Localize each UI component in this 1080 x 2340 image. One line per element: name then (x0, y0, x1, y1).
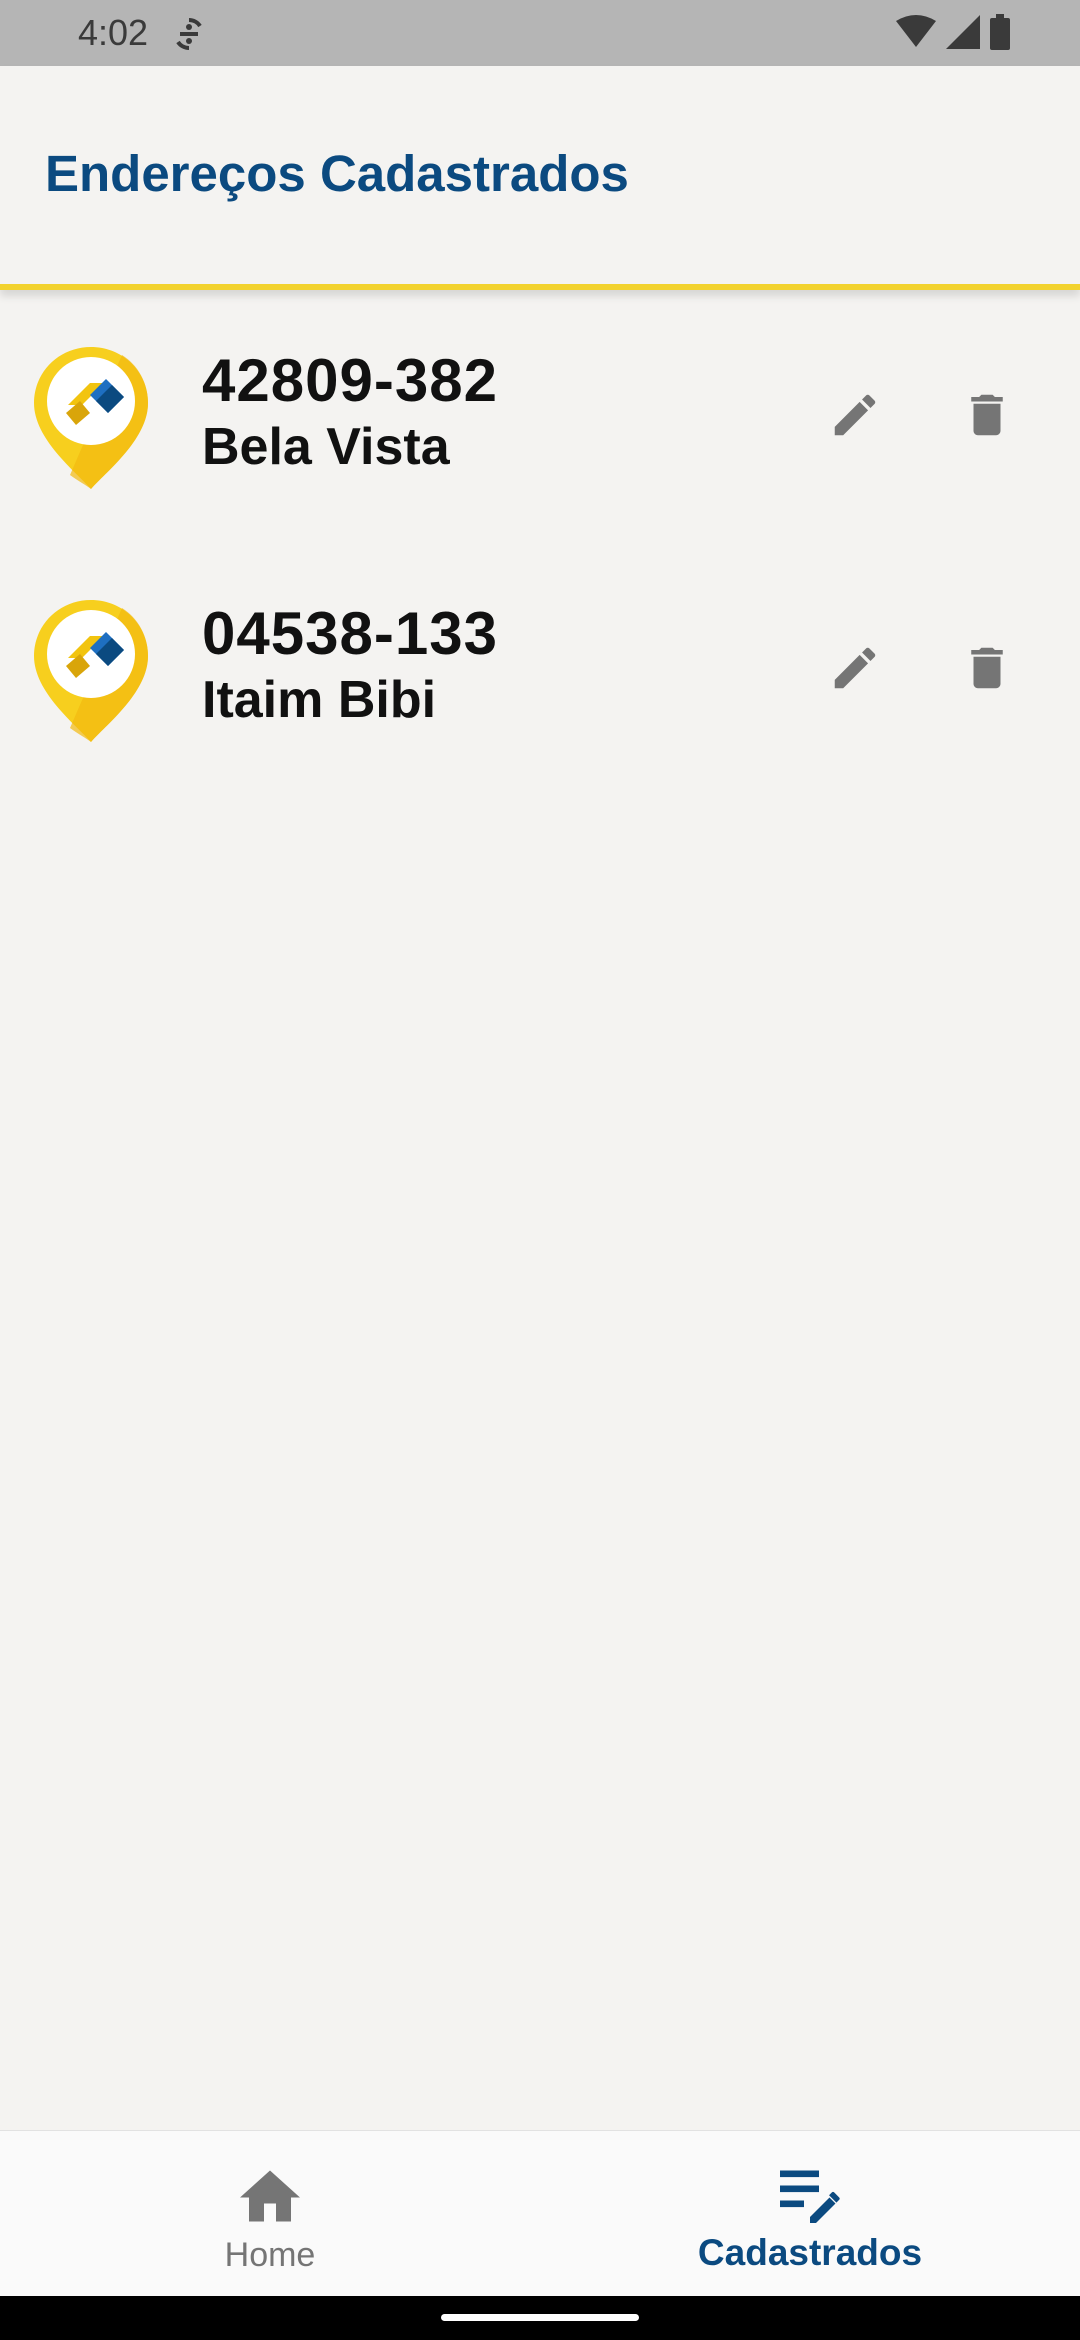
item-cep: 42809-382 (202, 347, 498, 414)
pencil-icon (828, 388, 882, 447)
address-list: 42809-382 Bela Vista 04538-133 Itaim Bib… (0, 292, 1080, 798)
list-item[interactable]: 04538-133 Itaim Bibi (0, 545, 1080, 798)
item-district: Bela Vista (202, 418, 450, 476)
status-bar: 4:02 (0, 0, 1080, 66)
status-icons (896, 13, 1010, 55)
status-time: 4:02 (78, 12, 149, 53)
nav-label-home: Home (224, 2236, 316, 2274)
item-texts: 04538-133 Itaim Bibi (202, 599, 498, 731)
home-icon (234, 2161, 306, 2225)
battery-icon (990, 13, 1010, 55)
item-district: Itaim Bibi (202, 671, 437, 729)
gesture-bar (0, 2296, 1080, 2340)
item-texts: 42809-382 Bela Vista (202, 346, 498, 478)
screen: 4:02 Endereços Cadastrados 42809-382 Bel… (0, 0, 1080, 2340)
sync-icon (172, 16, 206, 52)
edit-button[interactable] (822, 384, 888, 450)
trash-icon (960, 388, 1014, 447)
signal-icon (946, 14, 980, 54)
pencil-icon (828, 641, 882, 700)
bottom-nav: Home Cadastrados (0, 2130, 1080, 2297)
app-bar: Endereços Cadastrados (0, 66, 1080, 290)
gesture-handle[interactable] (441, 2314, 639, 2321)
wifi-icon (896, 14, 936, 54)
nav-label-cadastrados: Cadastrados (697, 2232, 923, 2273)
edit-button[interactable] (822, 637, 888, 703)
delete-button[interactable] (954, 637, 1020, 703)
nav-item-cadastrados[interactable]: Cadastrados (540, 2131, 1080, 2297)
list-item[interactable]: 42809-382 Bela Vista (0, 292, 1080, 545)
nav-item-home[interactable]: Home (0, 2131, 540, 2297)
trash-icon (960, 641, 1014, 700)
location-pin-icon (30, 343, 152, 491)
item-cep: 04538-133 (202, 600, 498, 667)
page-title: Endereços Cadastrados (45, 145, 629, 202)
location-pin-icon (30, 596, 152, 744)
list-edit-icon (774, 2161, 846, 2225)
delete-button[interactable] (954, 384, 1020, 450)
